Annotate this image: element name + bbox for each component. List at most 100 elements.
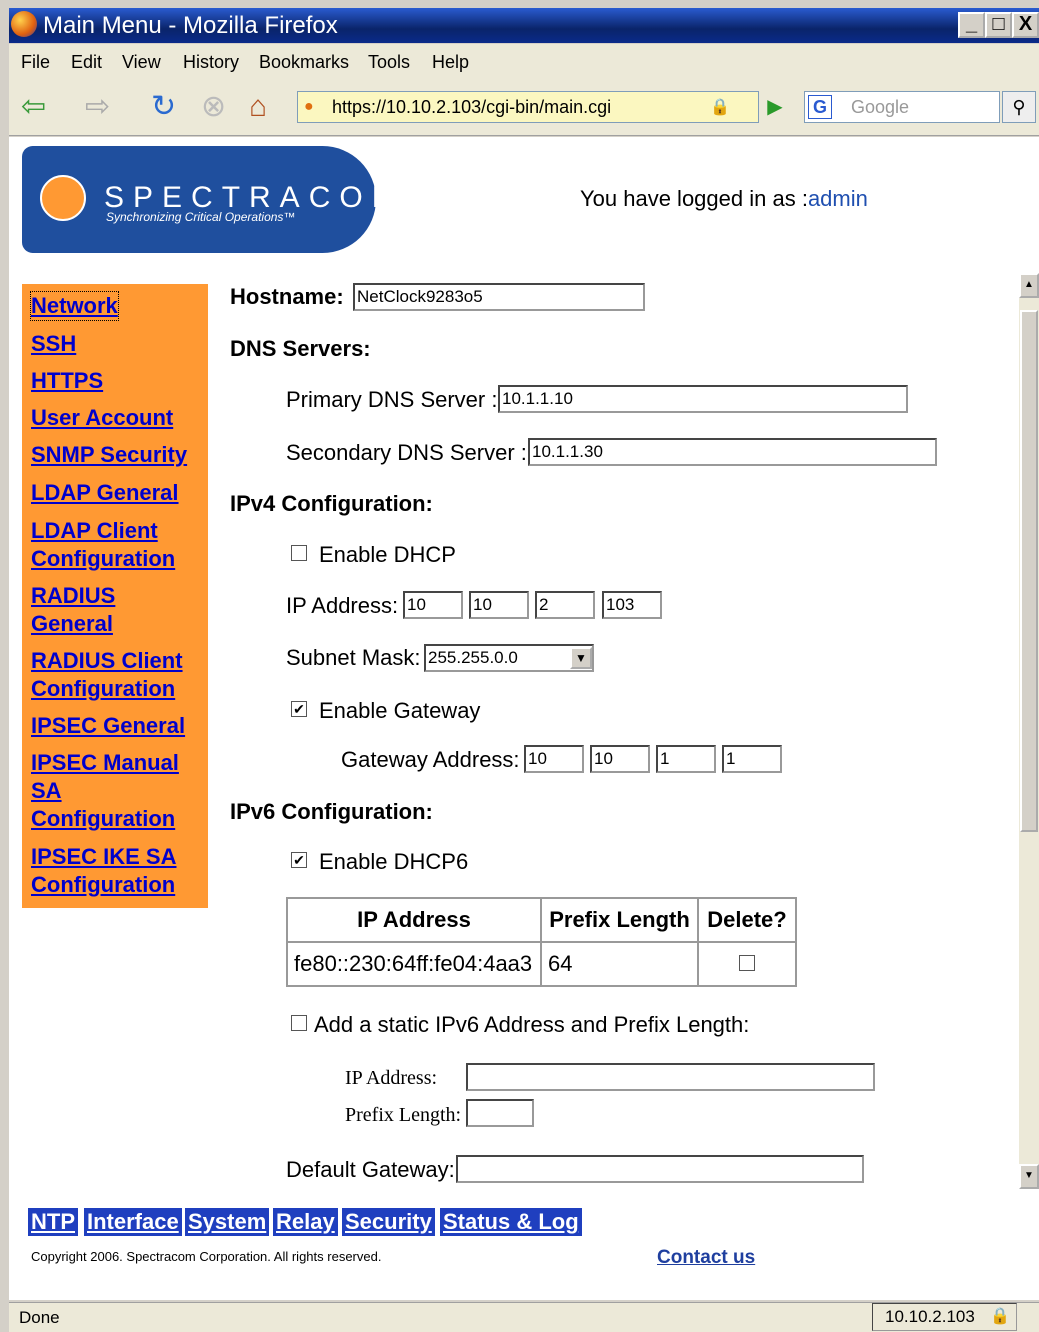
tab-status-log[interactable]: Status & Log [440,1208,582,1236]
ipv6-address-table: IP Address Prefix Length Delete? fe80::2… [286,897,797,987]
primary-dns-input[interactable]: 10.1.1.10 [498,385,908,413]
home-icon[interactable]: ⌂ [249,92,267,122]
column-header-ip: IP Address [286,897,542,943]
delete-cell [697,941,797,987]
column-header-prefix: Prefix Length [540,897,699,943]
login-prefix: You have logged in as : [580,186,808,211]
url-bar[interactable]: https://10.10.2.103/cgi-bin/main.cgi [297,91,759,123]
sidebar-item-radius-client[interactable]: RADIUS Client Configuration [31,647,201,703]
enable-dhcp6-label: Enable DHCP6 [319,849,469,874]
enable-gateway-checkbox[interactable]: ✔ [291,701,307,717]
reload-icon[interactable]: ↻ [151,92,176,122]
scroll-up-icon[interactable]: ▲ [1019,273,1039,298]
window-title: Main Menu - Mozilla Firefox [43,12,338,39]
ipv6-address-cell: fe80::230:64ff:fe04:4aa3 [286,941,542,987]
subnet-mask-select[interactable]: 255.255.0.0 [424,644,594,672]
menu-help[interactable]: Help [432,52,469,73]
tab-system[interactable]: System [185,1208,270,1236]
search-icon[interactable]: ⚲ [1002,91,1036,123]
enable-dhcp-checkbox[interactable] [291,545,307,561]
enable-dhcp-label: Enable DHCP [319,542,456,567]
back-icon[interactable]: ⇦ [21,92,46,122]
menu-edit[interactable]: Edit [71,52,102,73]
copyright: Copyright 2006. Spectracom Corporation. … [31,1249,382,1264]
sidebar-item-ipsec-general[interactable]: IPSEC General [31,712,185,740]
static-ip-input[interactable] [466,1063,875,1091]
scroll-thumb[interactable] [1020,310,1038,832]
default-gateway-input[interactable] [456,1155,864,1183]
tab-relay[interactable]: Relay [273,1208,338,1236]
sidebar-item-radius-general[interactable]: RADIUS General [31,582,131,638]
sidebar-item-user-account[interactable]: User Account [31,404,173,432]
go-button[interactable]: ▶ [762,93,788,121]
menu-history[interactable]: History [183,52,239,73]
gateway-octet-3[interactable]: 1 [656,745,716,773]
prefix-length-label: Prefix Length: [345,1104,462,1126]
enable-dhcp6-checkbox[interactable]: ✔ [291,852,307,868]
login-status: You have logged in as :admin [580,186,868,212]
minimize-button[interactable]: _ [958,12,985,38]
window-title-bar[interactable]: Main Menu - Mozilla Firefox [9,8,1039,43]
firefox-icon [11,11,37,37]
tab-security[interactable]: Security [342,1208,435,1236]
forward-icon[interactable]: ⇨ [85,92,110,122]
contact-link[interactable]: Contact us [657,1247,755,1269]
menu-tools[interactable]: Tools [368,52,410,73]
site-icon: ● [304,98,314,115]
secondary-dns-label: Secondary DNS Server : [286,440,527,465]
sidebar-item-ipsec-manual-sa[interactable]: IPSEC Manual SA Configuration [31,749,191,833]
gateway-octet-4[interactable]: 1 [722,745,782,773]
tab-ntp[interactable]: NTP [28,1208,78,1236]
ip-address-label: IP Address: [286,593,399,618]
prefix-length-cell: 64 [540,941,699,987]
sidebar-item-snmp-security[interactable]: SNMP Security [31,441,187,469]
table-row: fe80::230:64ff:fe04:4aa3 64 [286,941,797,987]
sidebar-item-ldap-client[interactable]: LDAP Client Configuration [31,517,191,573]
default-gateway-label: Default Gateway: [286,1157,455,1182]
add-static-ipv6-label: Add a static IPv6 Address and Prefix Len… [314,1012,750,1037]
gateway-octet-2[interactable]: 10 [590,745,650,773]
chevron-down-icon[interactable]: ▼ [570,647,592,669]
secondary-dns-input[interactable]: 10.1.1.30 [528,438,937,466]
sidebar-item-ldap-general[interactable]: LDAP General [31,479,179,507]
hostname-input[interactable]: NetClock9283o5 [353,283,645,311]
menu-file[interactable]: File [21,52,50,73]
dns-servers-header: DNS Servers: [230,336,371,361]
enable-gateway-label: Enable Gateway [319,698,481,723]
gateway-octet-1[interactable]: 10 [524,745,584,773]
ipv4-config-header: IPv4 Configuration: [230,491,433,516]
delete-checkbox[interactable] [739,955,755,971]
hostname-label: Hostname: [230,284,344,309]
add-static-ipv6-checkbox[interactable] [291,1015,307,1031]
sidebar-item-network[interactable]: Network [30,291,119,321]
sidebar-item-ipsec-ike-sa[interactable]: IPSEC IKE SA Configuration [31,843,196,899]
static-ip-label: IP Address: [345,1067,438,1089]
ipv6-config-header: IPv6 Configuration: [230,799,433,824]
search-input[interactable]: Google [804,91,1000,123]
menu-bar: File Edit View History Bookmarks Tools H… [9,44,1039,80]
status-text: Done [19,1308,60,1327]
prefix-length-input[interactable] [466,1099,534,1127]
search-engine-icon[interactable]: G [808,95,832,119]
logo-tagline: Synchronizing Critical Operations™ [106,210,296,224]
close-button[interactable]: X [1012,12,1039,38]
maximize-button[interactable]: □ [985,12,1012,38]
menu-bookmarks[interactable]: Bookmarks [259,52,349,73]
login-user: admin [807,186,868,211]
sidebar-item-https[interactable]: HTTPS [31,367,103,395]
logo-mark [40,175,86,221]
ip-octet-1[interactable]: 10 [403,591,463,619]
sidebar-item-ssh[interactable]: SSH [31,330,76,358]
scrollbar[interactable]: ▲ ▼ [1019,273,1039,1189]
tab-interface[interactable]: Interface [84,1208,182,1236]
lock-icon: 🔒 [990,1308,1010,1325]
ip-octet-2[interactable]: 10 [469,591,529,619]
menu-view[interactable]: View [122,52,161,73]
column-header-delete: Delete? [697,897,797,943]
ip-octet-4[interactable]: 103 [602,591,662,619]
gateway-address-label: Gateway Address: [341,747,520,772]
stop-icon[interactable]: ⊗ [201,92,226,122]
scroll-down-icon[interactable]: ▼ [1019,1164,1039,1189]
ip-octet-3[interactable]: 2 [535,591,595,619]
subnet-mask-label: Subnet Mask: [286,645,421,670]
